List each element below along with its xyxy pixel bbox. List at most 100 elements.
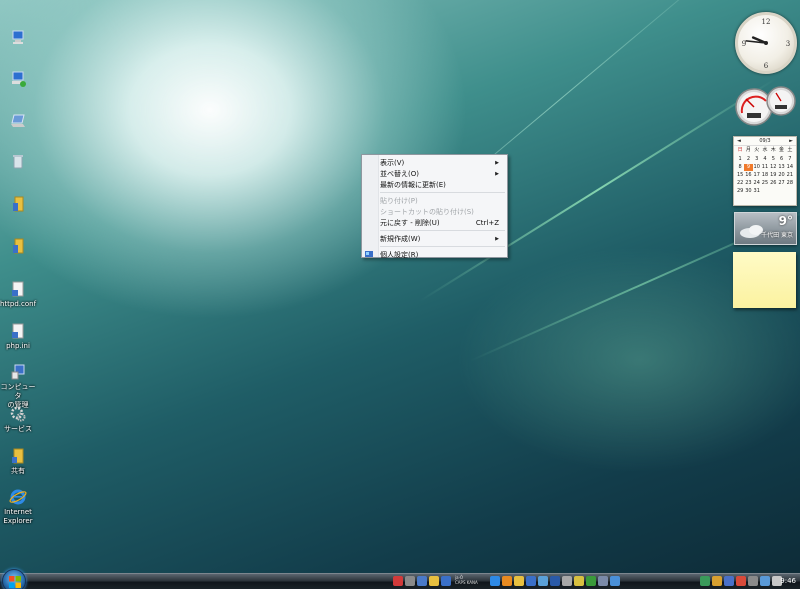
menu-item-refresh[interactable]: 最新の情報に更新(E) (362, 179, 507, 190)
calendar-day[interactable]: 22 (736, 180, 744, 187)
calendar-day[interactable]: 18 (761, 172, 769, 179)
desktop-icon-label: 共有 (11, 467, 25, 475)
quick-launch-folder-icon[interactable] (514, 576, 524, 586)
clock-gadget[interactable]: 12 3 6 9 (735, 12, 797, 74)
menu-item-undo-delete[interactable]: 元に戻す - 削除(U) Ctrl+Z (362, 217, 507, 228)
calendar-day[interactable]: 25 (761, 180, 769, 187)
calendar-day[interactable]: 29 (736, 188, 744, 195)
submenu-arrow-icon: ▶ (495, 159, 499, 166)
tray-app-icon[interactable] (700, 576, 710, 586)
dictionary-icon[interactable] (429, 576, 439, 586)
taskbar-clock[interactable]: 9:46 (780, 577, 796, 585)
desktop-icon-services[interactable]: サービス (0, 405, 36, 434)
quick-launch-firefox-icon[interactable] (502, 576, 512, 586)
quick-launch-app-icon[interactable] (562, 576, 572, 586)
quick-launch-app-icon[interactable] (610, 576, 620, 586)
personalize-icon (365, 251, 373, 257)
help-icon[interactable] (441, 576, 451, 586)
calendar-day[interactable]: 11 (761, 164, 769, 171)
network-tray-icon[interactable] (760, 576, 770, 586)
calendar-day[interactable]: 15 (736, 172, 744, 179)
calendar-day[interactable]: 10 (753, 164, 761, 171)
menu-item-new[interactable]: 新規作成(W) ▶ (362, 233, 507, 244)
ini-file-icon (12, 323, 24, 339)
notification-area (700, 576, 782, 586)
quick-launch-app-icon[interactable] (574, 576, 584, 586)
desktop-icon-network[interactable] (0, 70, 36, 90)
calendar-prev-icon[interactable]: ◄ (737, 138, 741, 144)
desktop-icon-laptop[interactable] (0, 112, 36, 132)
calendar-day[interactable]: 9 (744, 164, 753, 171)
tray-app-icon[interactable] (736, 576, 746, 586)
calendar-day[interactable]: 20 (777, 172, 785, 179)
tray-app-icon[interactable] (724, 576, 734, 586)
tray-app-icon[interactable] (712, 576, 722, 586)
calendar-weekday: 水 (762, 147, 768, 153)
quick-launch-app-icon[interactable] (526, 576, 536, 586)
tray-app-icon[interactable] (748, 576, 758, 586)
weather-gadget[interactable]: 9° 千代田 東京 (734, 212, 797, 245)
input-mode-icon[interactable] (405, 576, 415, 586)
calendar-day[interactable]: 7 (786, 156, 794, 163)
desktop-icon-label: Internet Explorer (3, 508, 33, 525)
ime-icon[interactable] (393, 576, 403, 586)
desktop-icon-internet-explorer[interactable]: Internet Explorer (0, 488, 36, 526)
quick-launch-app-icon[interactable] (586, 576, 596, 586)
calendar-day[interactable]: 23 (744, 180, 752, 187)
calendar-day[interactable]: 13 (777, 164, 785, 171)
calendar-day[interactable]: 30 (744, 188, 752, 195)
start-button[interactable] (2, 569, 26, 589)
clock-face: 12 3 6 9 (742, 18, 790, 70)
desktop-icon-network-computer[interactable] (0, 28, 36, 48)
desktop-icon-folder[interactable] (0, 237, 36, 257)
desktop-icon-httpd-conf[interactable]: httpd.conf (0, 280, 36, 309)
menu-item-view[interactable]: 表示(V) ▶ (362, 157, 507, 168)
calendar-weekday: 月 (745, 147, 751, 153)
calendar-day[interactable]: 12 (769, 164, 777, 171)
menu-item-personalize[interactable]: 個人設定(R) (362, 249, 507, 260)
calendar-day[interactable]: 2 (744, 156, 752, 163)
menu-item-paste-shortcut[interactable]: ショートカットの貼り付け(S) (362, 206, 507, 217)
menu-item-paste[interactable]: 貼り付け(P) (362, 195, 507, 206)
calendar-weekdays: 日月火水木金土 (734, 146, 796, 155)
folder-icon (13, 238, 24, 254)
weather-temperature: 9° (778, 214, 793, 228)
desktop-icon-shared[interactable]: 共有 (0, 447, 36, 476)
quick-launch-app-icon[interactable] (538, 576, 548, 586)
calendar-day[interactable]: 1 (736, 156, 744, 163)
calendar-day[interactable]: 8 (736, 164, 744, 171)
calendar-day[interactable]: 14 (786, 164, 794, 171)
desktop-icon-recycle-bin[interactable] (0, 152, 36, 172)
calendar-day[interactable]: 19 (769, 172, 777, 179)
calendar-day[interactable]: 16 (744, 172, 752, 179)
calendar-day[interactable]: 31 (753, 188, 761, 195)
calendar-day[interactable]: 28 (786, 180, 794, 187)
calendar-gadget[interactable]: ◄ 09/3 ► 日月火水木金土 1 2 3 4 5 6 7 8 9 10 11 12 13 14 15 16… (733, 136, 797, 206)
calendar-day[interactable]: 5 (769, 156, 777, 163)
menu-item-sort-by[interactable]: 並べ替え(O) ▶ (362, 168, 507, 179)
computer-management-icon (11, 364, 25, 380)
menu-item-label: 個人設定(R) (380, 250, 419, 259)
calendar-day[interactable]: 24 (753, 180, 761, 187)
calendar-day[interactable]: 3 (753, 156, 761, 163)
calendar-day[interactable]: 21 (786, 172, 794, 179)
calendar-next-icon[interactable]: ► (789, 138, 793, 144)
sticky-note-gadget[interactable] (733, 252, 796, 308)
quick-launch-ie-icon[interactable] (490, 576, 500, 586)
quick-launch-app-icon[interactable] (550, 576, 560, 586)
svg-text:6: 6 (764, 62, 769, 70)
calendar-day[interactable]: 26 (769, 180, 777, 187)
desktop-icon-folder[interactable] (0, 195, 36, 215)
cpu-gauges (735, 86, 796, 126)
calendar-day[interactable]: 4 (761, 156, 769, 163)
cpu-meter-gadget[interactable] (734, 83, 798, 127)
quick-launch-app-icon[interactable] (598, 576, 608, 586)
ime-pad-icon[interactable] (417, 576, 427, 586)
calendar-day[interactable]: 17 (753, 172, 761, 179)
svg-text:3: 3 (786, 40, 790, 48)
network-computer-icon (12, 30, 24, 44)
calendar-day[interactable]: 27 (777, 180, 785, 187)
desktop-icon-php-ini[interactable]: php.ini (0, 322, 36, 351)
desktop-icon-computer-management[interactable]: コンピュータ の管理 (0, 363, 36, 410)
calendar-day[interactable]: 6 (777, 156, 785, 163)
